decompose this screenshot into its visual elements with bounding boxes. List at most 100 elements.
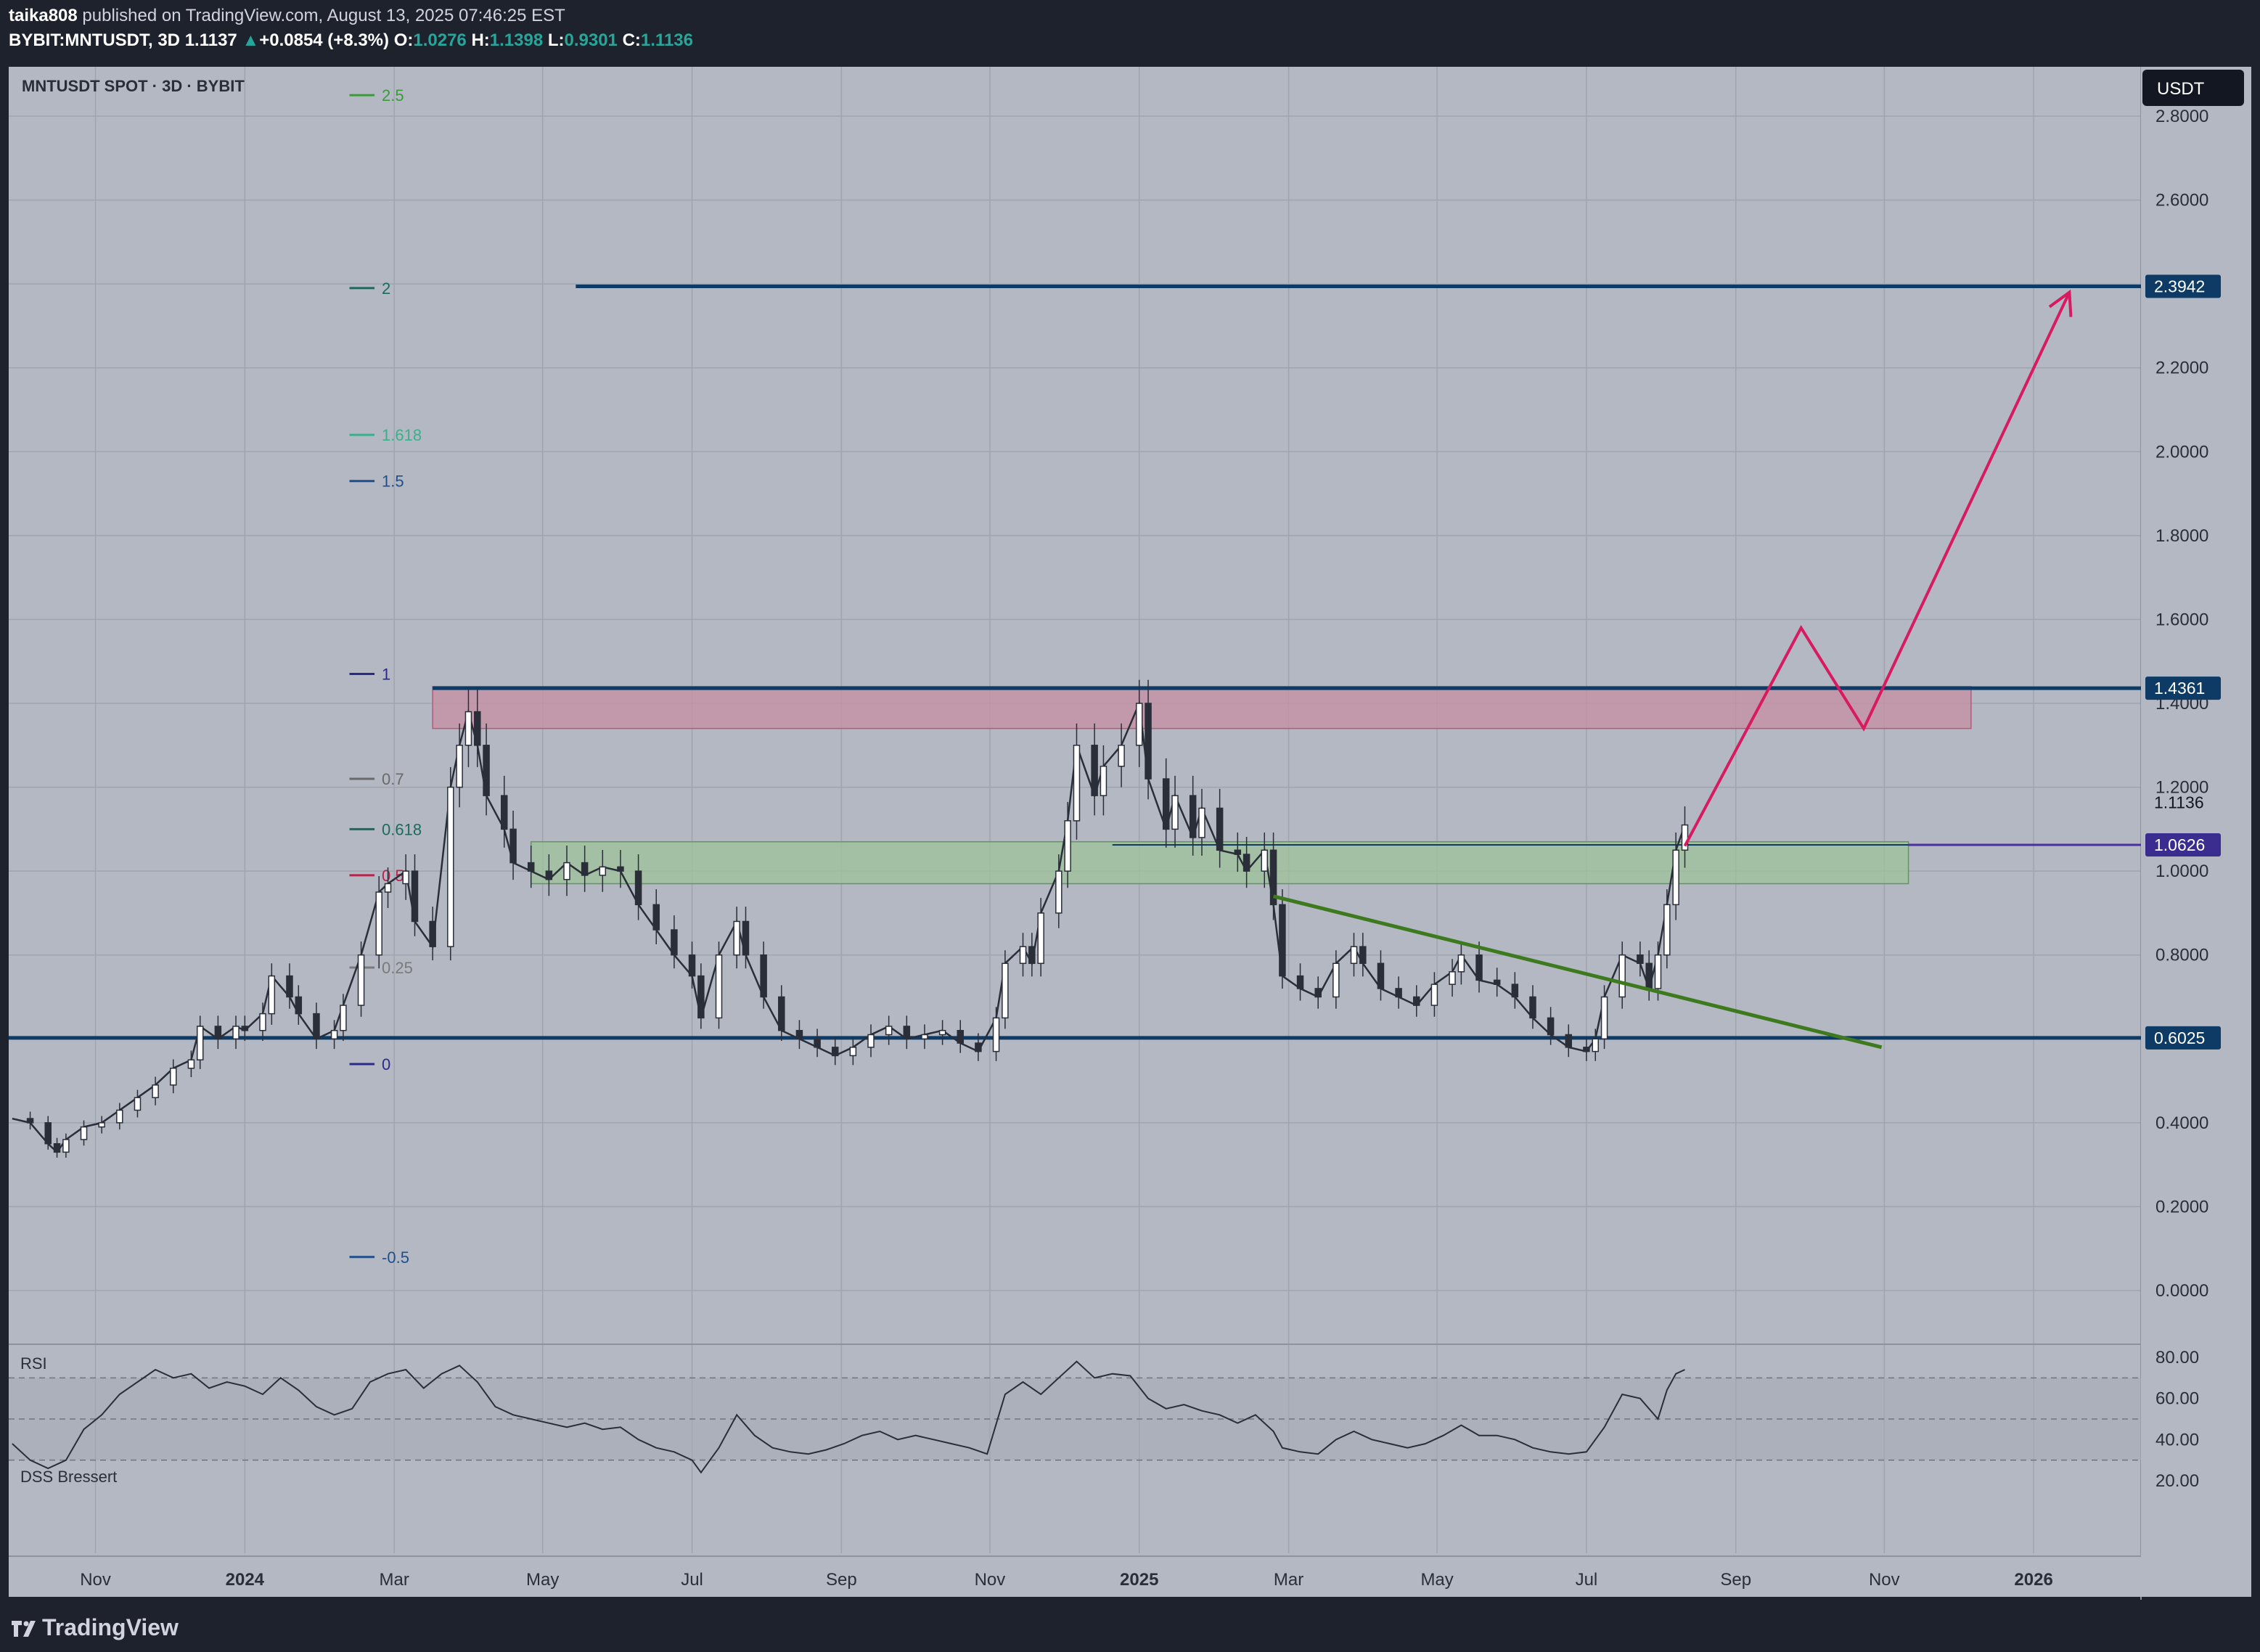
candle-body (1091, 745, 1098, 796)
candle-body (80, 1126, 88, 1140)
candle-body (1296, 975, 1304, 989)
price-axis[interactable]: 2.80002.60002.40002.20002.00001.80001.60… (2141, 67, 2251, 1597)
time-tick-label: Jul (1576, 1570, 1598, 1590)
candle-body (652, 904, 660, 931)
candle-body (98, 1122, 105, 1128)
candle-body (688, 954, 696, 977)
time-axis-bg (9, 1556, 2141, 1597)
fib-label: 2 (382, 279, 390, 298)
level-price-tag-label: 1.0626 (2154, 835, 2205, 854)
rsi-tick-label: 60.00 (2155, 1389, 2199, 1409)
low-value: 0.9301 (564, 30, 618, 50)
dss-label: DSS Bressert (20, 1468, 117, 1486)
candle-body (1037, 912, 1044, 965)
candle-body (795, 1029, 803, 1040)
candle-body (921, 1034, 928, 1040)
candle-body (268, 975, 276, 1015)
time-tick-label: Mar (379, 1570, 409, 1590)
candle-body (411, 870, 419, 923)
level-price-tag-label: 2.3942 (2154, 277, 2205, 295)
time-axis[interactable]: Nov 2024 Mar May Jul Sep Nov 2025 Mar May Jul Sep No… (9, 1555, 2141, 1597)
candle-body (760, 954, 767, 998)
candle-body (1261, 849, 1269, 872)
chart-title: MNTUSDT SPOT · 3D · BYBIT (22, 77, 245, 95)
price-tick-label: 0.8000 (2155, 946, 2208, 965)
time-tick-label: Sep (826, 1570, 857, 1590)
fib-label: 1 (382, 666, 390, 684)
up-triangle-icon: ▲ (242, 30, 260, 50)
price-tick-label: 2.0000 (2155, 442, 2208, 462)
candle-body (814, 1038, 821, 1048)
time-tick-label: May (526, 1570, 559, 1590)
time-tick-label: Nov (80, 1570, 111, 1590)
candle-body (634, 870, 642, 906)
candle-body (402, 870, 409, 885)
candle-body (581, 862, 589, 876)
candle-body (134, 1097, 142, 1111)
published-text: published on TradingView.com, August 13,… (82, 6, 565, 25)
time-tick-label: Sep (1720, 1570, 1751, 1590)
candle-body (1600, 996, 1608, 1040)
time-tick-label: Mar (1274, 1570, 1303, 1590)
candle-body (44, 1122, 52, 1145)
candle-body (1592, 1038, 1599, 1052)
candle-body (1064, 820, 1071, 872)
chart-canvas[interactable]: 2.521.6181.510.70.6180.50.250-0.5 2.8000… (0, 60, 2260, 1600)
candle-body (1002, 962, 1009, 1019)
time-tick-label: 2024 (226, 1570, 265, 1590)
candle-body (456, 745, 463, 788)
candle-body (295, 996, 303, 1015)
currency-button-label[interactable]: USDT (2157, 79, 2205, 99)
candle-body (1583, 1047, 1590, 1052)
rsi-tick-label: 20.00 (2155, 1471, 2199, 1491)
currency-button[interactable]: USDT (2142, 70, 2244, 106)
price-tick-label: 2.6000 (2155, 191, 2208, 210)
header: taika808 published on TradingView.com, A… (0, 0, 2260, 60)
candle-body (1637, 954, 1644, 965)
candle-body (957, 1029, 965, 1044)
time-tick-label: May (1420, 1570, 1453, 1590)
time-tick-label: Nov (1869, 1570, 1900, 1590)
price-tick-label: 1.0000 (2155, 862, 2208, 881)
candle-body (214, 1026, 222, 1040)
candle-body (1672, 849, 1679, 906)
fib-label: 0.7 (382, 770, 404, 788)
candle-body (1395, 988, 1402, 998)
author[interactable]: taika808 (9, 6, 78, 25)
candle-body (1242, 854, 1250, 872)
low-label: L: (547, 30, 565, 50)
candle-body (867, 1034, 875, 1048)
candle-body (1493, 979, 1501, 985)
candle-body (742, 920, 750, 956)
tradingview-logo[interactable]: TradingView (12, 1614, 179, 1641)
candle-body (1645, 962, 1653, 989)
candle-body (53, 1143, 61, 1153)
rsi-label: RSI (20, 1354, 47, 1373)
fib-label: 1.618 (382, 426, 422, 444)
candle-body (617, 866, 624, 872)
candle-body (232, 1026, 239, 1040)
ohlc-legend: BYBIT:MNTUSDT, 3D 1.1137 ▲+0.0854 (+8.3%… (9, 30, 693, 51)
level-price-tag-label: 1.4361 (2154, 679, 2205, 698)
fib-label: 0.618 (382, 820, 422, 838)
candle-body (778, 996, 785, 1031)
close-label: C: (622, 30, 641, 50)
candle-body (1028, 946, 1036, 965)
rsi-tick-label: 80.00 (2155, 1348, 2199, 1367)
time-tick-label: 2026 (2014, 1570, 2052, 1590)
candle-body (1189, 795, 1197, 838)
candle-body (483, 745, 490, 796)
candle-body (429, 920, 436, 947)
fib-label: 0 (382, 1055, 390, 1074)
candle-body (26, 1118, 34, 1124)
open-value: 1.0276 (413, 30, 467, 50)
candle-body (170, 1067, 177, 1086)
candle-body (733, 920, 740, 956)
candle-body (357, 954, 365, 1006)
rsi-pane (9, 1360, 2141, 1474)
candle-body (447, 786, 454, 947)
time-tick-label: Jul (681, 1570, 703, 1590)
candle-body (1430, 984, 1438, 1006)
candle-body (1547, 1017, 1555, 1036)
candle-body (375, 891, 382, 956)
